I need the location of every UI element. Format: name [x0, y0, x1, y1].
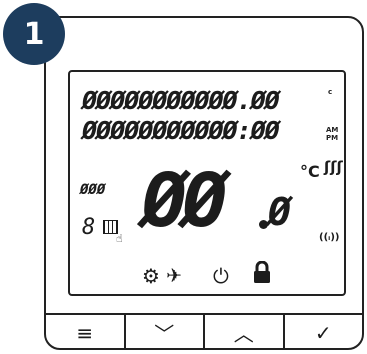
- step-number-badge: 1: [3, 3, 65, 65]
- lcd-text-row-2: ØØØØØØØØØØØ:ØØ: [82, 116, 280, 145]
- celsius-unit: °C: [300, 162, 320, 181]
- down-button[interactable]: ﹀: [126, 315, 205, 350]
- pm-indicator: PM: [326, 134, 339, 142]
- button-row: ≡ ﹀ ︿ ✓: [46, 315, 362, 350]
- confirm-power-button[interactable]: ✓: [285, 315, 363, 350]
- decimal-point: [259, 220, 268, 229]
- lcd-row1-suffix: c: [328, 88, 333, 96]
- wireless-signal-icon: ((ᵢ)): [319, 232, 340, 243]
- heating-icon: ʃʃʃ: [324, 158, 343, 176]
- menu-button[interactable]: ≡: [46, 315, 126, 350]
- small-time-digits: ØØØ: [80, 182, 106, 198]
- thermostat-device: ØØØØØØØØØØØ.ØØ c ØØØØØØØØØØØ:ØØ AM PM ØØ…: [44, 16, 364, 350]
- lcd-display: ØØØØØØØØØØØ.ØØ c ØØØØØØØØØØØ:ØØ AM PM ØØ…: [68, 70, 346, 296]
- power-icon: ⏻: [213, 264, 229, 288]
- up-button[interactable]: ︿: [205, 315, 285, 350]
- day-digit: 8: [82, 215, 96, 240]
- holiday-plane-icon: ✈: [166, 265, 182, 287]
- settings-gear-icon: ⚙: [142, 264, 160, 288]
- hand-pointer-icon: ☝: [116, 232, 123, 245]
- temperature-decimal-digit: Ø: [268, 190, 291, 234]
- lcd-text-row-1: ØØØØØØØØØØØ.ØØ: [82, 86, 280, 115]
- temperature-main-digits: ØØ: [142, 158, 227, 244]
- am-indicator: AM: [326, 126, 339, 134]
- lock-icon: [253, 260, 271, 287]
